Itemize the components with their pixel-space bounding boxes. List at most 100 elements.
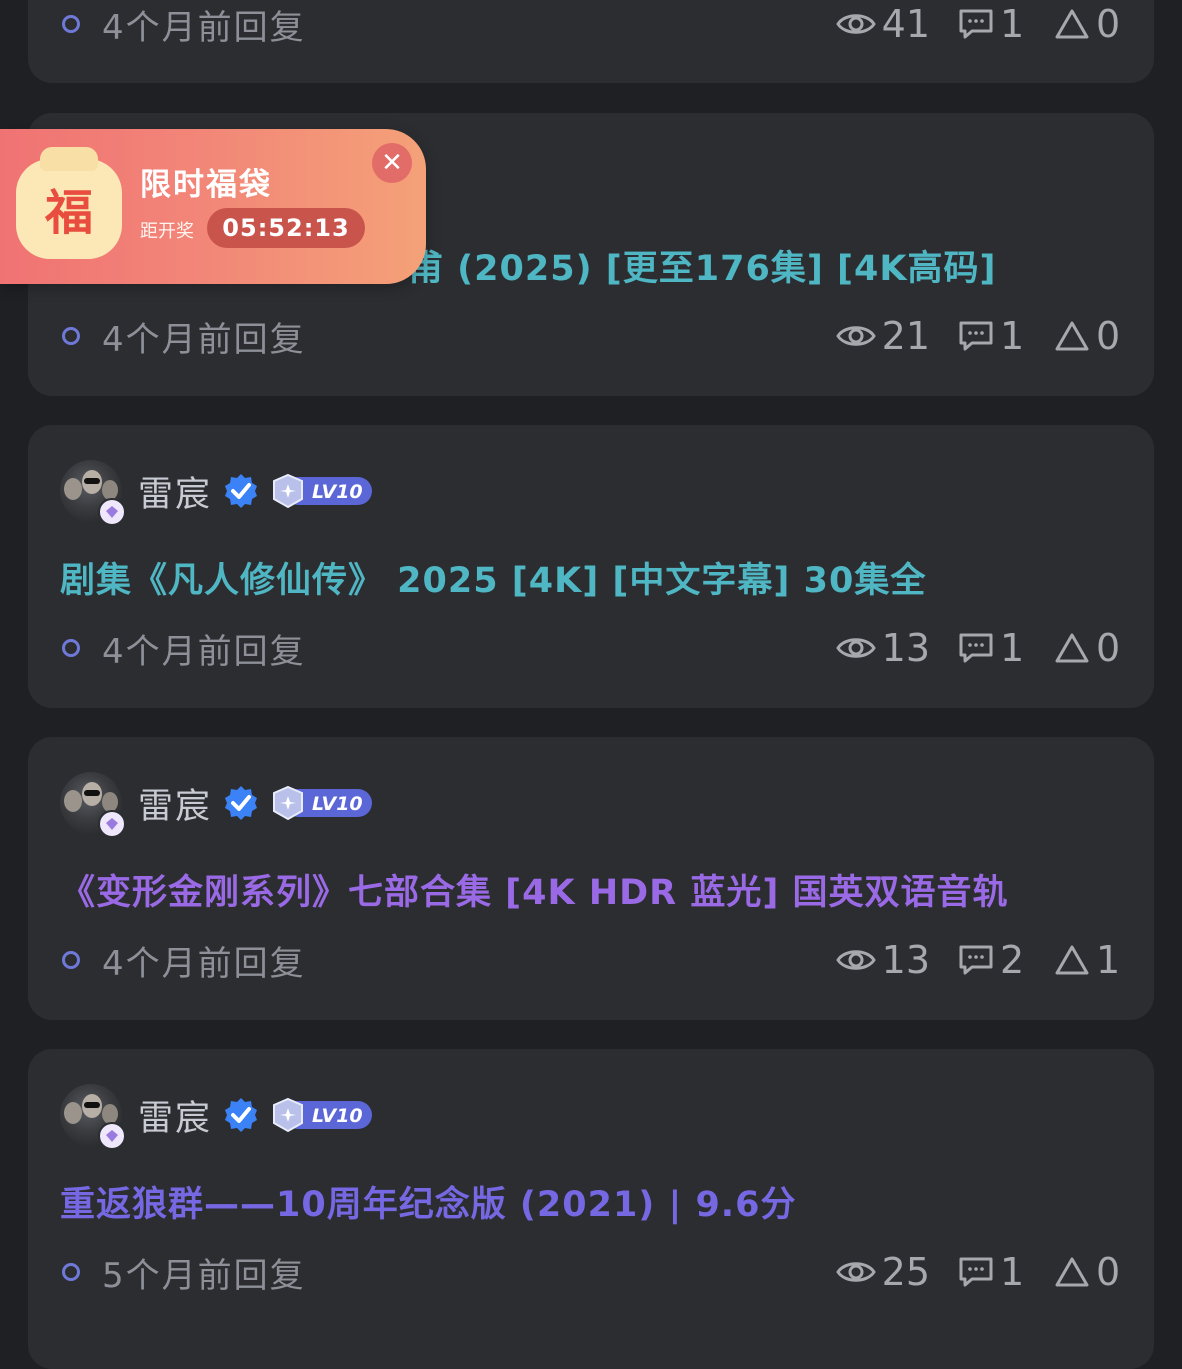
level-badge: LV10 — [273, 1097, 373, 1133]
post-author[interactable]: 雷宸 LV10 — [60, 771, 374, 838]
comment-icon — [959, 9, 993, 39]
avatar-face — [64, 790, 82, 812]
avatar-sunglasses — [84, 478, 100, 484]
post-card[interactable]: 4个月前回复 41 1 0 — [28, 0, 1154, 83]
likes-stat[interactable]: 0 — [1054, 314, 1122, 358]
comment-icon — [959, 945, 993, 975]
comments-stat[interactable]: 1 — [958, 314, 1026, 358]
avatar-sunglasses — [84, 790, 100, 796]
reply-time: 4个月前回复 — [102, 943, 306, 984]
author-name[interactable]: 雷宸 — [138, 778, 212, 829]
comment-icon — [959, 633, 993, 663]
post-author[interactable]: 雷宸 LV10 — [60, 1083, 374, 1150]
likes-stat[interactable]: 0 — [1054, 626, 1122, 670]
avatar[interactable] — [60, 772, 126, 838]
level-text: LV10 — [312, 1105, 363, 1127]
post-stats: 21 1 0 — [808, 314, 1122, 358]
countdown-timer: 05:52:13 — [207, 208, 365, 248]
comments-stat[interactable]: 1 — [958, 2, 1026, 46]
reply-time: 5个月前回复 — [102, 1255, 306, 1296]
comments-count: 1 — [1000, 2, 1025, 46]
triangle-like-icon — [1055, 1257, 1089, 1287]
lucky-bag-icon[interactable]: 福 — [16, 147, 122, 259]
views-count: 21 — [881, 314, 930, 358]
triangle-like-icon — [1055, 945, 1089, 975]
eye-icon — [835, 1262, 876, 1282]
avatar-face — [102, 792, 118, 812]
post-stats: 13 2 1 — [808, 938, 1122, 982]
post-meta: 4个月前回复 13 2 1 — [62, 938, 1122, 984]
likes-stat[interactable]: 0 — [1054, 2, 1122, 46]
post-card[interactable]: 雷宸 LV10 《变形金刚系列》七部合集 [4K HDR 蓝光] 国英双语音轨 … — [28, 737, 1154, 1020]
reply-time: 4个月前回复 — [102, 631, 306, 672]
diamond-badge-icon — [98, 498, 126, 526]
verified-icon — [225, 1098, 258, 1132]
avatar-face — [64, 478, 82, 500]
comments-stat[interactable]: 2 — [958, 938, 1026, 982]
reply-time: 4个月前回复 — [102, 7, 306, 48]
post-title[interactable]: 剧集《凡人修仙传》 2025 [4K] [中文字幕] 30集全 — [60, 552, 926, 603]
comment-icon — [959, 321, 993, 351]
lucky-bag-popup[interactable]: 福 限时福袋 距开奖 05:52:13 ✕ — [0, 129, 426, 284]
diamond-badge-icon — [98, 810, 126, 838]
post-meta: 4个月前回复 13 1 0 — [62, 626, 1122, 672]
post-title[interactable]: 甫 (2025) [更至176集] [4K高码] — [408, 240, 996, 291]
comments-stat[interactable]: 1 — [958, 1250, 1026, 1294]
likes-stat[interactable]: 0 — [1054, 1250, 1122, 1294]
post-stats: 25 1 0 — [808, 1250, 1122, 1294]
level-text: LV10 — [312, 481, 363, 503]
post-title[interactable]: 重返狼群——10周年纪念版 (2021) | 9.6分 — [60, 1176, 796, 1227]
likes-count: 0 — [1096, 314, 1121, 358]
author-name[interactable]: 雷宸 — [138, 466, 212, 517]
comments-count: 2 — [1000, 938, 1025, 982]
views-count: 13 — [881, 626, 930, 670]
avatar[interactable] — [60, 460, 126, 526]
views-stat: 21 — [835, 314, 930, 358]
eye-icon — [835, 14, 876, 34]
avatar-face — [102, 1104, 118, 1124]
post-author[interactable]: 雷宸 LV10 — [60, 459, 374, 526]
reply-time: 4个月前回复 — [102, 319, 306, 360]
views-stat: 25 — [835, 1250, 930, 1294]
author-name[interactable]: 雷宸 — [138, 1090, 212, 1141]
level-badge: LV10 — [273, 785, 373, 821]
promo-title: 限时福袋 — [140, 167, 272, 203]
likes-count: 0 — [1096, 626, 1121, 670]
reply-dot-icon — [62, 1263, 80, 1281]
comments-count: 1 — [1000, 626, 1025, 670]
verified-icon — [225, 474, 258, 508]
post-title[interactable]: 《变形金刚系列》七部合集 [4K HDR 蓝光] 国英双语音轨 — [60, 864, 1009, 915]
post-meta: 4个月前回复 41 1 0 — [62, 2, 1122, 48]
avatar-face — [102, 480, 118, 500]
close-button[interactable]: ✕ — [372, 143, 412, 183]
post-stats: 41 1 0 — [808, 2, 1122, 46]
triangle-like-icon — [1055, 9, 1089, 39]
diamond-badge-icon — [98, 1122, 126, 1150]
comment-icon — [959, 1257, 993, 1287]
post-stats: 13 1 0 — [808, 626, 1122, 670]
views-count: 13 — [881, 938, 930, 982]
reply-dot-icon — [62, 327, 80, 345]
avatar-face — [64, 1102, 82, 1124]
eye-icon — [835, 326, 876, 346]
views-count: 25 — [881, 1250, 930, 1294]
comments-stat[interactable]: 1 — [958, 626, 1026, 670]
comments-count: 1 — [1000, 1250, 1025, 1294]
likes-stat[interactable]: 1 — [1054, 938, 1122, 982]
post-meta: 5个月前回复 25 1 0 — [62, 1250, 1122, 1296]
likes-count: 0 — [1096, 2, 1121, 46]
avatar[interactable] — [60, 1084, 126, 1150]
views-count: 41 — [881, 2, 930, 46]
bag-character: 福 — [44, 185, 93, 241]
post-card[interactable]: 雷宸 LV10 重返狼群——10周年纪念版 (2021) | 9.6分 5个月前… — [28, 1049, 1154, 1369]
views-stat: 13 — [835, 626, 930, 670]
avatar-sunglasses — [84, 1102, 100, 1108]
verified-icon — [225, 786, 258, 820]
post-card[interactable]: 雷宸 LV10 剧集《凡人修仙传》 2025 [4K] [中文字幕] 30集全 … — [28, 425, 1154, 708]
comments-count: 1 — [1000, 314, 1025, 358]
level-text: LV10 — [312, 793, 363, 815]
triangle-like-icon — [1055, 633, 1089, 663]
likes-count: 0 — [1096, 1250, 1121, 1294]
close-icon: ✕ — [381, 148, 403, 178]
level-badge: LV10 — [273, 473, 373, 509]
